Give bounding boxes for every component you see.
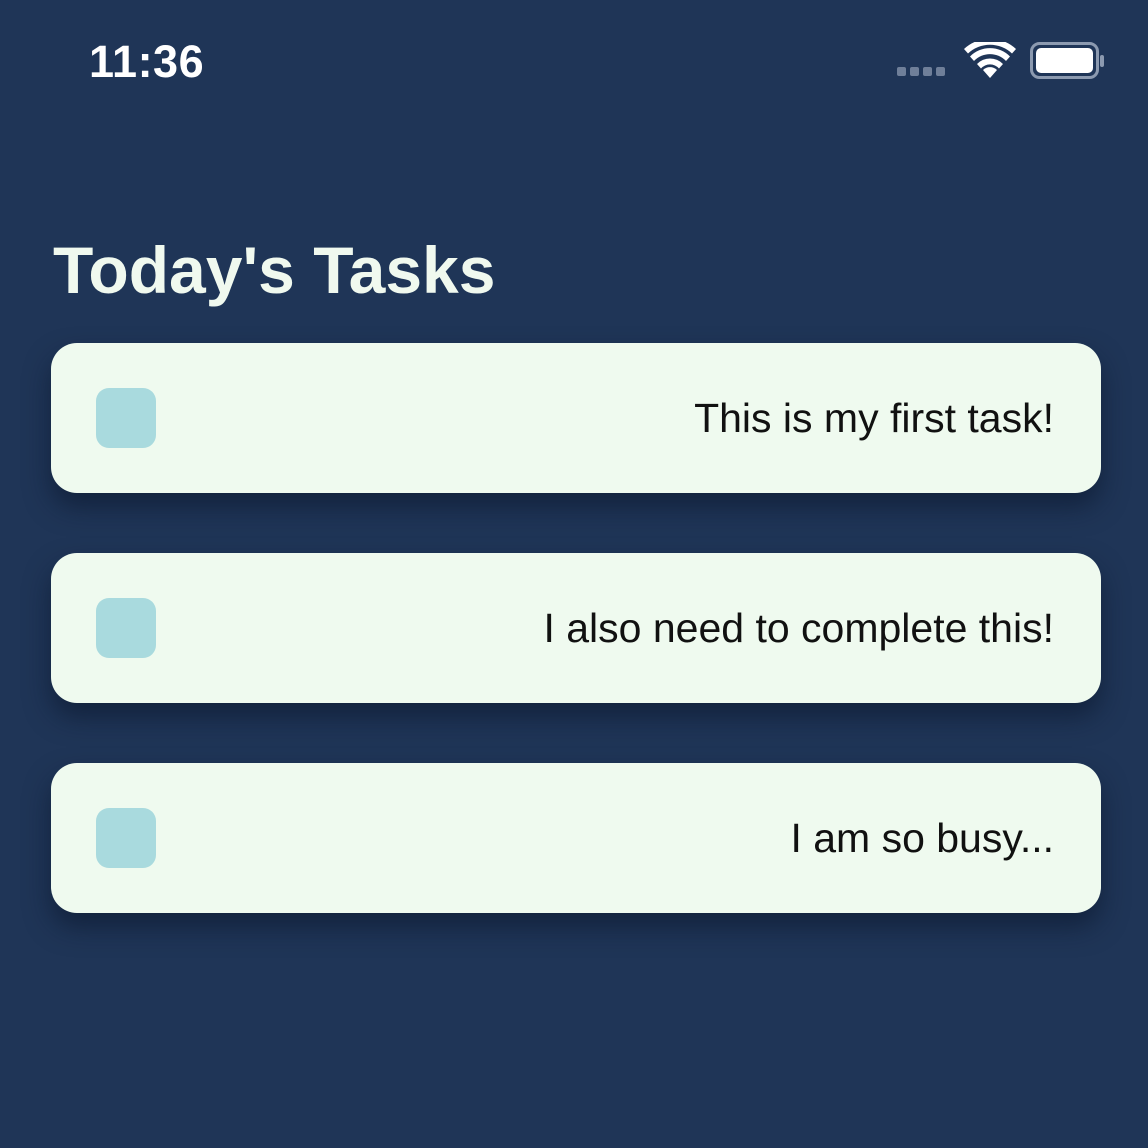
task-item[interactable]: I also need to complete this! [51,553,1101,703]
task-checkbox[interactable] [96,598,156,658]
task-checkbox[interactable] [96,808,156,868]
task-label: I also need to complete this! [543,605,1054,651]
wifi-icon [964,42,1016,78]
task-item[interactable]: This is my first task! [51,343,1101,493]
battery-full-icon [1030,42,1104,79]
task-label: I am so busy... [790,815,1054,861]
task-item[interactable]: I am so busy... [51,763,1101,913]
page-title: Today's Tasks [53,233,496,307]
status-time: 11:36 [89,36,205,87]
task-list: This is my first task! I also need to co… [51,343,1101,973]
signal-dots-icon [897,67,945,76]
task-label: This is my first task! [694,395,1054,441]
status-bar: 11:36 [0,0,1148,120]
task-checkbox[interactable] [96,388,156,448]
